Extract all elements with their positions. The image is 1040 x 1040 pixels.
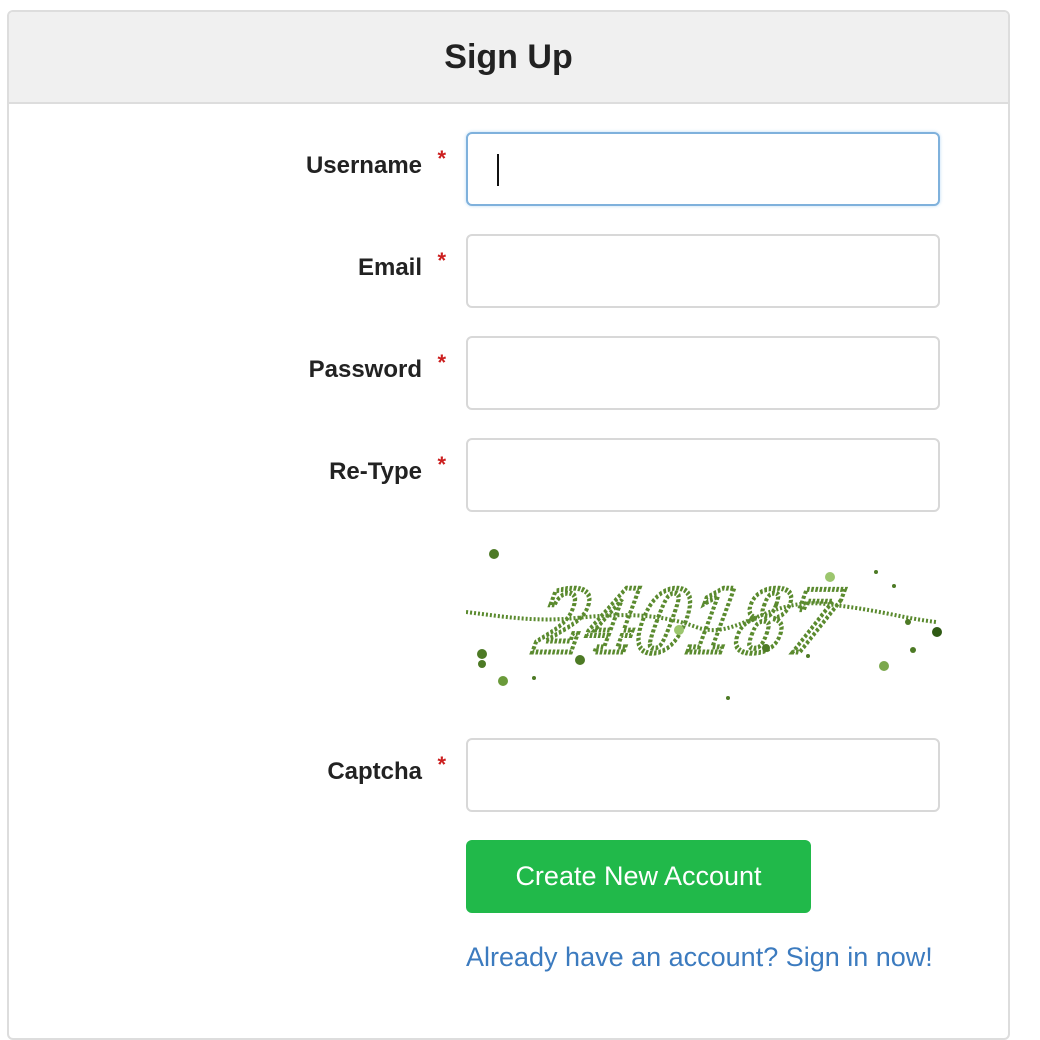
- email-label: Email: [357, 254, 422, 281]
- required-marker: *: [437, 248, 446, 273]
- captcha-label: Captcha: [327, 758, 422, 785]
- panel-header: Sign Up: [9, 12, 1008, 104]
- username-input[interactable]: [466, 132, 940, 206]
- retype-row: Re-Type *: [9, 438, 1008, 512]
- retype-label: Re-Type: [329, 458, 422, 485]
- username-row: Username *: [9, 132, 1008, 206]
- email-row: Email *: [9, 234, 1008, 308]
- username-label: Username: [305, 152, 422, 179]
- required-marker: *: [437, 452, 446, 477]
- captcha-row: Captcha *: [9, 738, 1008, 812]
- page-title: Sign Up: [444, 37, 573, 76]
- password-input[interactable]: [466, 336, 940, 410]
- captcha-input[interactable]: [466, 738, 940, 812]
- required-marker: *: [437, 350, 446, 375]
- sign-in-link[interactable]: Already have an account? Sign in now!: [466, 942, 933, 973]
- retype-password-input[interactable]: [466, 438, 940, 512]
- email-input[interactable]: [466, 234, 940, 308]
- password-row: Password *: [9, 336, 1008, 410]
- signup-panel: Sign Up Username * Email * Password * Re…: [7, 10, 1010, 1040]
- text-caret: [497, 154, 499, 186]
- captcha-image: 240187: [466, 549, 942, 700]
- password-label: Password: [308, 356, 422, 383]
- required-marker: *: [437, 146, 446, 171]
- required-marker: *: [437, 752, 446, 777]
- create-account-button[interactable]: Create New Account: [466, 840, 811, 913]
